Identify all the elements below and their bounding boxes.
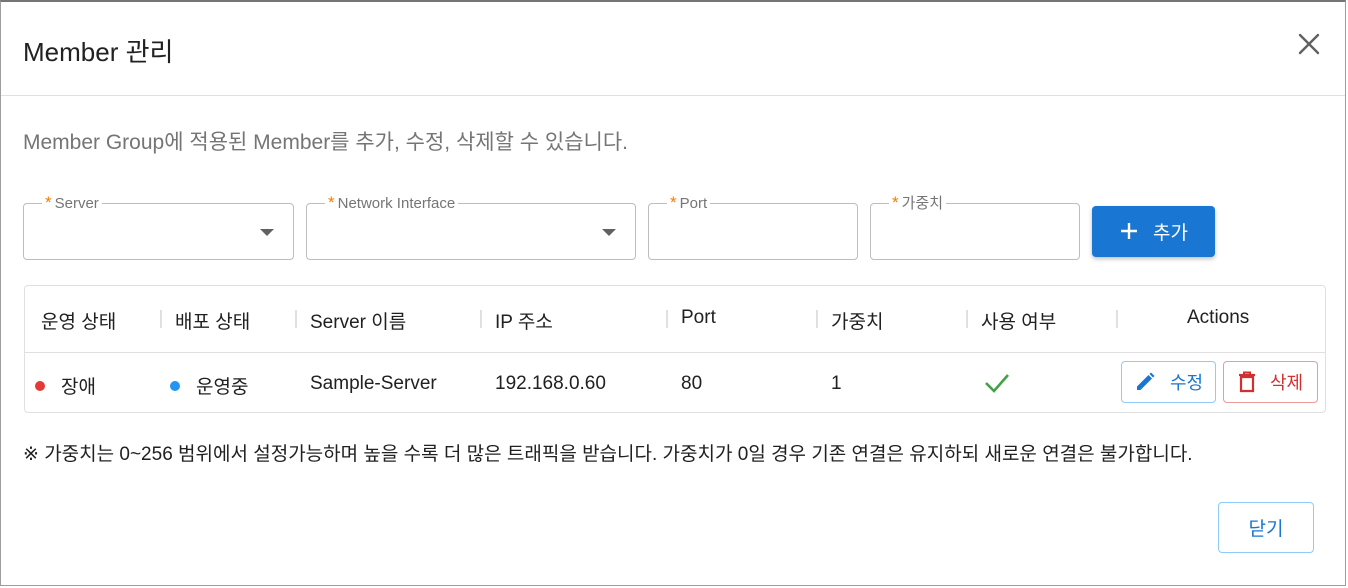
deploy-status-text: 운영중 [196,377,249,398]
delete-button[interactable]: 삭제 [1223,361,1318,403]
column-header-server-name[interactable]: Server 이름 [310,307,406,334]
required-mark: * [670,193,677,212]
column-header-enabled[interactable]: 사용 여부 [981,307,1056,334]
member-management-dialog: Member 관리 Member Group에 적용된 Member를 추가, … [0,0,1346,586]
edit-button-label: 수정 [1169,373,1204,393]
op-status-text: 장애 [61,377,96,398]
required-mark: * [892,193,899,212]
server-name-cell: Sample-Server [310,373,437,394]
port-input[interactable]: * Port [648,193,858,260]
close-icon[interactable] [1295,30,1323,58]
port-cell: 80 [681,373,703,394]
dropdown-arrow-icon[interactable] [602,229,616,236]
deploy-status-cell: 운영중 [170,372,248,399]
column-header-weight[interactable]: 가중치 [831,307,883,334]
network-interface-label: * Network Interface [325,193,459,214]
edit-button[interactable]: 수정 [1121,361,1216,403]
server-select[interactable]: * Server [23,193,294,260]
port-label-text: Port [679,195,708,212]
required-mark: * [45,193,52,212]
trash-icon [1238,371,1256,393]
delete-button-label: 삭제 [1269,373,1304,393]
status-dot-icon [35,380,45,391]
check-icon [983,371,1011,400]
op-status-cell: 장애 [35,372,96,399]
required-mark: * [328,193,335,212]
column-separator[interactable] [966,310,968,328]
weight-label: * 가중치 [889,193,947,214]
column-separator[interactable] [666,310,668,328]
close-button[interactable]: 닫기 [1218,502,1314,553]
add-button-label: 추가 [1153,223,1188,244]
column-header-deploy-status[interactable]: 배포 상태 [175,307,250,334]
pencil-icon [1134,371,1156,393]
weight-input[interactable]: * 가중치 [870,193,1080,260]
column-header-ip[interactable]: IP 주소 [495,307,553,334]
weight-cell: 1 [831,373,842,394]
dialog-header: Member 관리 [1,2,1345,96]
column-separator[interactable] [1116,310,1118,328]
server-label-text: Server [54,195,99,212]
column-separator[interactable] [295,310,297,328]
column-separator[interactable] [816,310,818,328]
network-interface-select[interactable]: * Network Interface [306,193,636,260]
column-header-port[interactable]: Port [681,307,716,329]
column-header-actions: Actions [1187,307,1250,328]
port-label: * Port [667,193,711,214]
table-header: 운영 상태 배포 상태 Server 이름 IP 주소 Port 가중치 사용 … [25,286,1325,353]
server-label: * Server [42,193,102,214]
status-dot-icon [170,380,180,391]
network-interface-label-text: Network Interface [337,195,456,212]
plus-icon [1119,218,1139,246]
dialog-description: Member Group에 적용된 Member를 추가, 수정, 삭제할 수 … [23,131,629,154]
dropdown-arrow-icon[interactable] [260,229,274,236]
ip-cell: 192.168.0.60 [495,373,606,394]
weight-note: ※ 가중치는 0~256 범위에서 설정가능하며 높을 수록 더 많은 트래픽을… [23,444,1193,465]
weight-label-text: 가중치 [901,195,944,212]
column-separator[interactable] [480,310,482,328]
column-separator[interactable] [160,310,162,328]
member-table: 운영 상태 배포 상태 Server 이름 IP 주소 Port 가중치 사용 … [24,285,1326,413]
dialog-title: Member 관리 [23,37,174,67]
column-header-op-status[interactable]: 운영 상태 [41,307,116,334]
add-button[interactable]: 추가 [1092,206,1215,257]
